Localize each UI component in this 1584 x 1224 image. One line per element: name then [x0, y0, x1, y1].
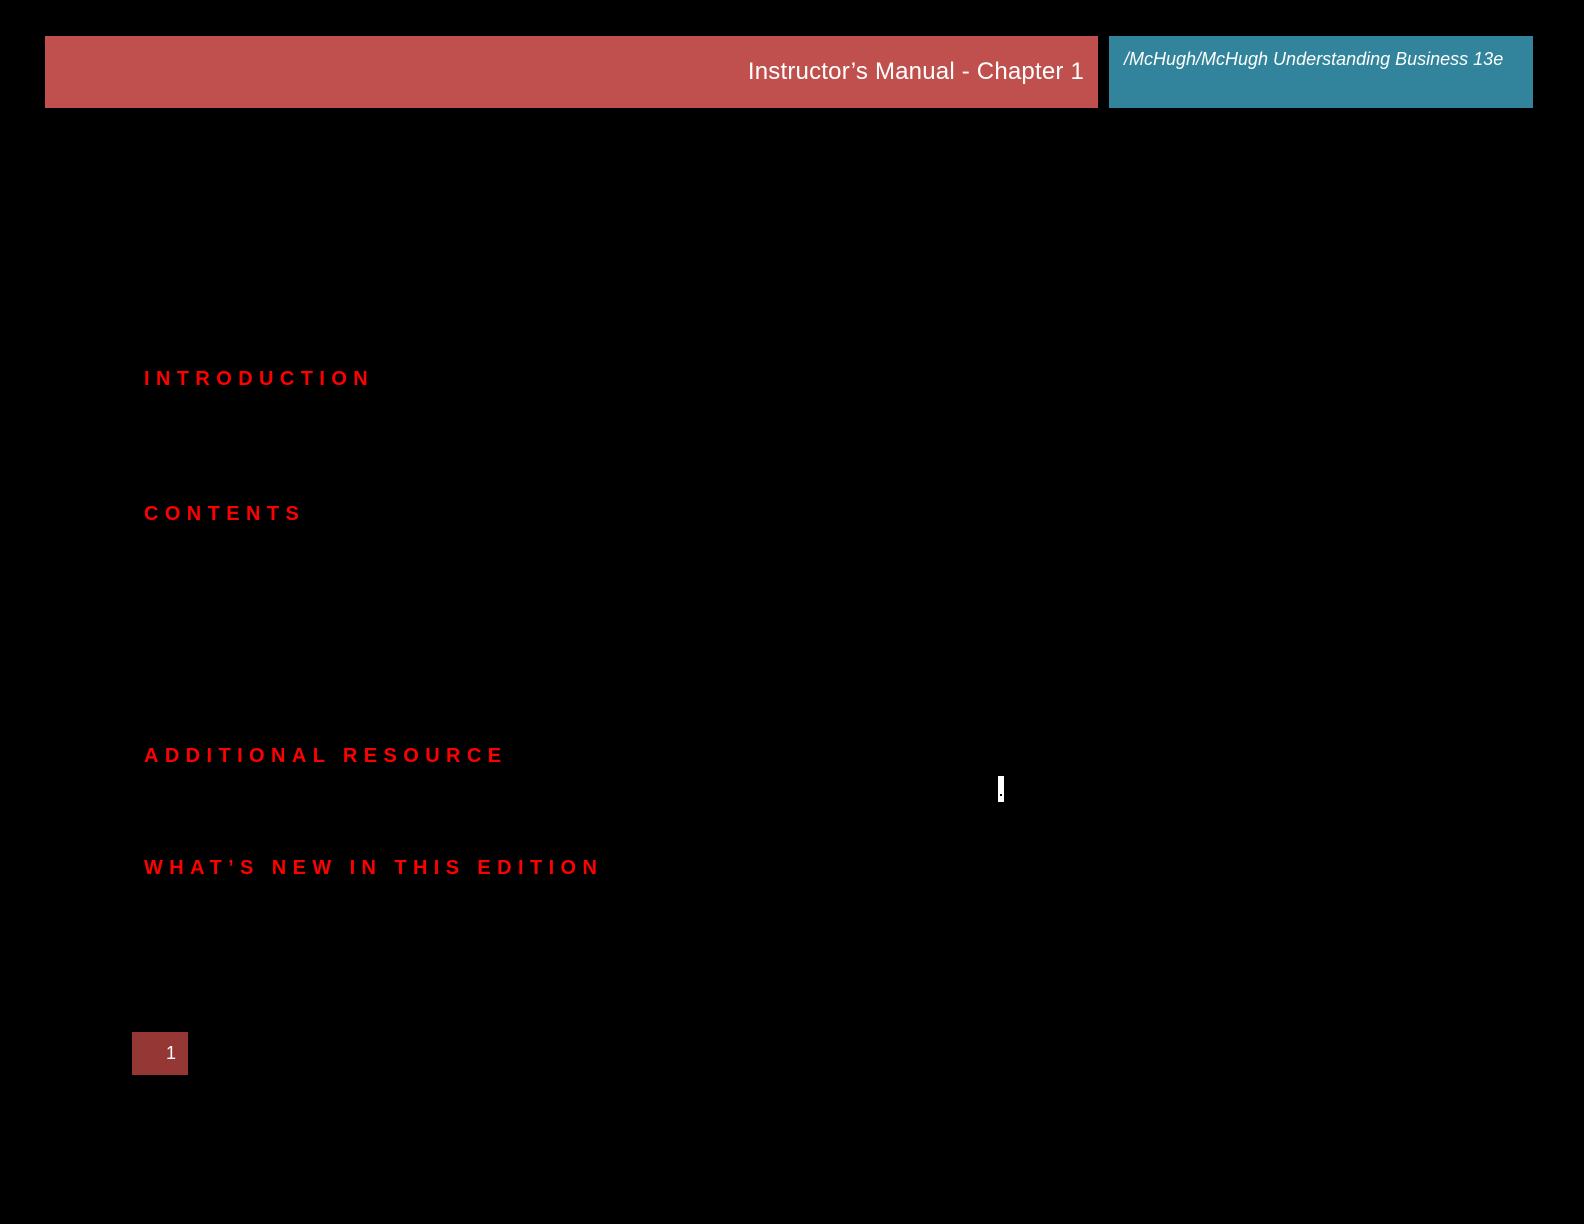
section-heading-whats-new: WHAT’S NEW IN THIS EDITION	[144, 857, 604, 879]
page-number-box: 1	[132, 1032, 188, 1075]
cursor-dot	[1000, 794, 1002, 796]
page-number: 1	[165, 1043, 176, 1063]
section-heading-additional-resource: ADDITIONAL RESOURCE	[144, 745, 508, 767]
header-book-title: /McHugh/McHugh Understanding Business 13…	[1124, 49, 1504, 69]
text-cursor-mark	[998, 776, 1004, 802]
document-page: Instructor’s Manual - Chapter 1 /McHugh/…	[0, 0, 1584, 1224]
header-book-bar: /McHugh/McHugh Understanding Business 13…	[1109, 36, 1533, 108]
header-title: Instructor’s Manual - Chapter 1	[747, 58, 1084, 85]
section-heading-contents: CONTENTS	[144, 503, 306, 525]
section-heading-introduction: INTRODUCTION	[144, 368, 375, 390]
header-title-bar: Instructor’s Manual - Chapter 1	[45, 36, 1098, 108]
